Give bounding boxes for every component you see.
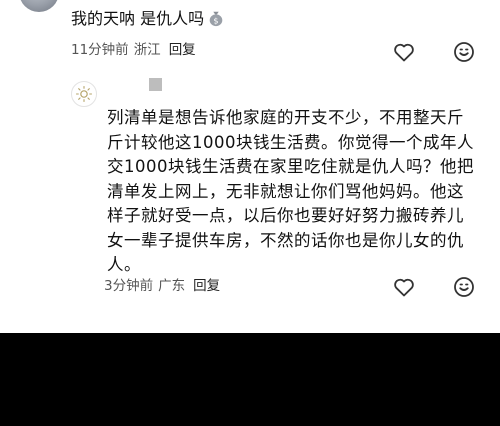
comment-1-meta: 11分钟前 浙江 回复: [71, 42, 196, 58]
comment-1-reply-button[interactable]: 回复: [169, 42, 196, 58]
comment-2-time: 3分钟前: [104, 278, 154, 294]
comment-1-time: 11分钟前: [71, 42, 129, 58]
commenter-avatar[interactable]: [19, 0, 59, 12]
black-overlay-region: [0, 333, 500, 426]
emoji-reaction-icon[interactable]: [452, 275, 476, 299]
emoji-reaction-icon[interactable]: [452, 40, 476, 64]
username-placeholder[interactable]: [149, 78, 162, 91]
money-bag-emoji-icon: $: [209, 11, 223, 27]
comment-1-location: 浙江: [133, 42, 161, 58]
like-heart-icon[interactable]: [392, 275, 416, 299]
comment-1-body: 我的天呐 是仇人吗: [71, 9, 205, 28]
comment-2-location: 广东: [158, 278, 186, 294]
comment-2-reply-button[interactable]: 回复: [193, 278, 220, 294]
commenter-2-avatar[interactable]: [71, 81, 97, 107]
comment-1-text: 我的天呐 是仇人吗 $: [71, 9, 225, 29]
comment-panel: 我的天呐 是仇人吗 $ 11分钟前 浙江 回复 列清单是想告诉他家庭的开支不少，…: [0, 0, 500, 333]
comment-2-meta: 3分钟前 广东 回复: [104, 278, 220, 294]
comment-2-text: 列清单是想告诉他家庭的开支不少，不用整天斤斤计较他这1000块钱生活费。你觉得一…: [107, 108, 474, 274]
svg-text:$: $: [214, 15, 219, 25]
like-heart-icon[interactable]: [392, 40, 416, 64]
sun-avatar-icon: [75, 85, 93, 103]
